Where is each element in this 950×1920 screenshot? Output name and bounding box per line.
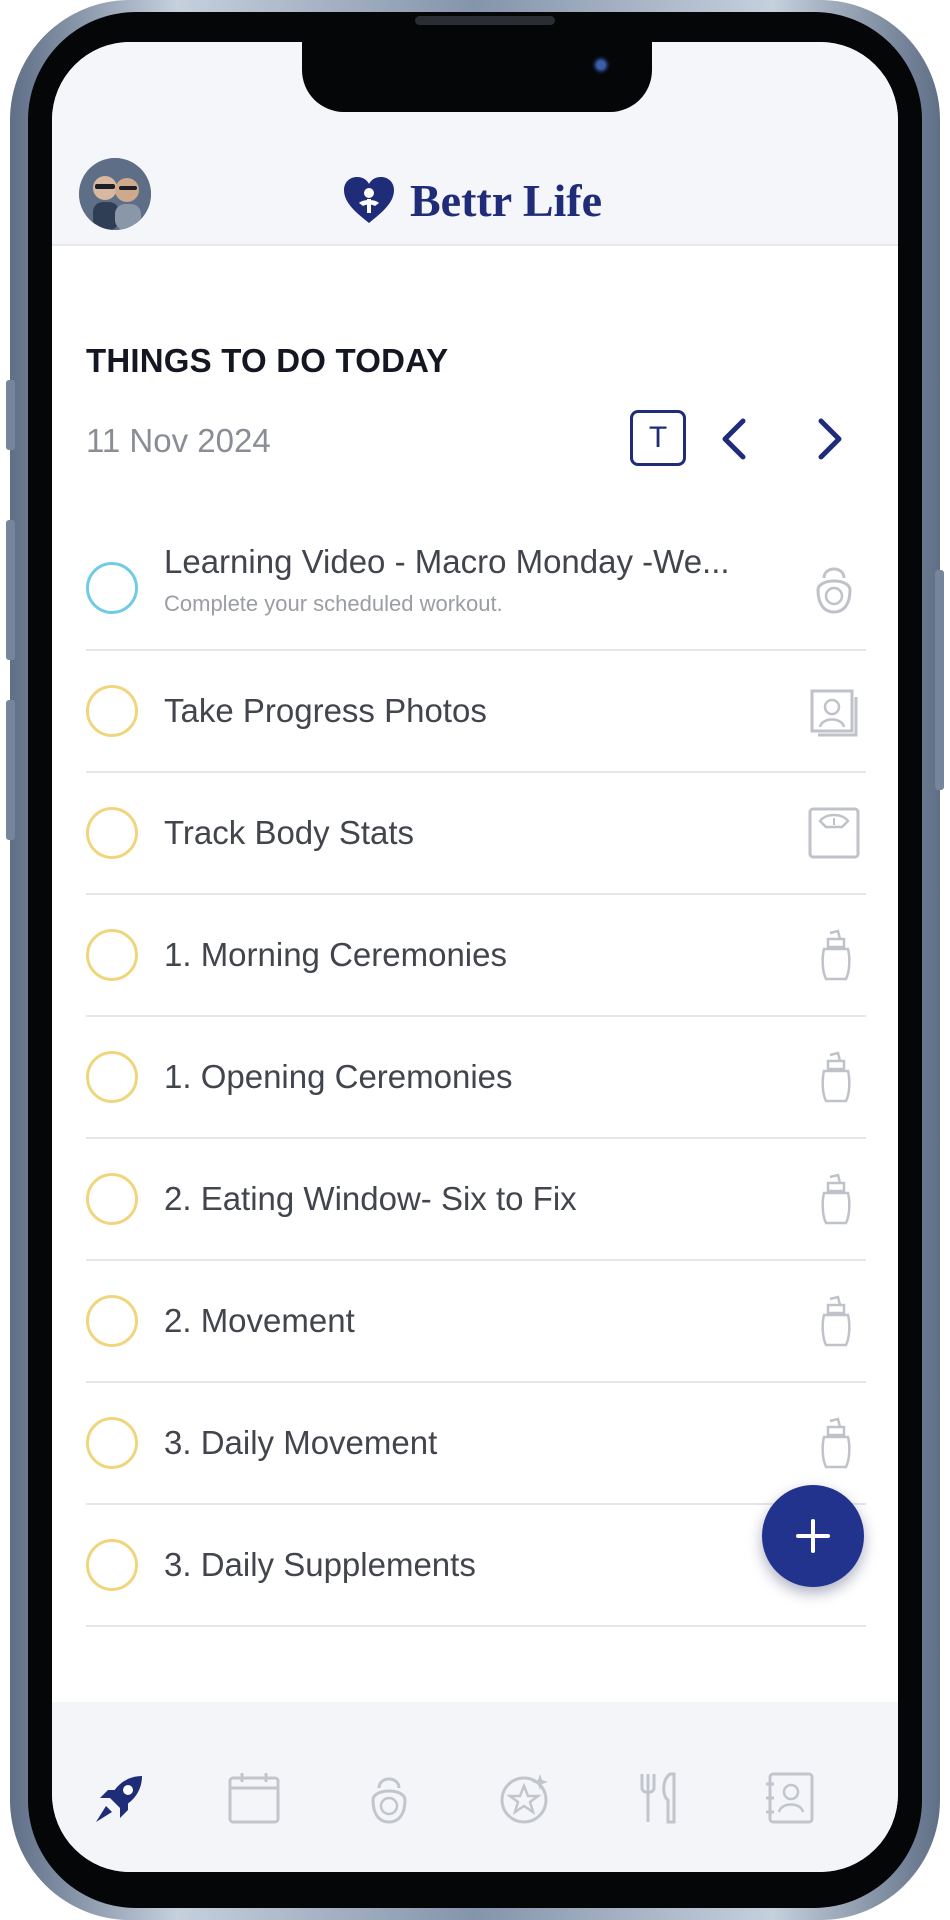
kettlebell-icon [371, 1777, 407, 1824]
chevron-right-icon [818, 418, 842, 460]
jar-icon [821, 1417, 851, 1469]
task-title: 3. Daily Movement [164, 1424, 438, 1461]
plus-icon [796, 1519, 830, 1553]
user-avatar[interactable] [79, 158, 151, 230]
task-checkbox[interactable] [86, 1417, 138, 1469]
task-item[interactable]: Track Body Stats [86, 773, 866, 895]
jar-icon [821, 1051, 851, 1103]
section-title: THINGS TO DO TODAY [86, 342, 449, 379]
task-item[interactable]: 2. Eating Window- Six to Fix [86, 1139, 866, 1261]
star-badge-icon [500, 1774, 548, 1824]
rocket-icon [96, 1776, 142, 1822]
task-title: 1. Opening Ceremonies [164, 1058, 513, 1095]
mute-switch [6, 380, 15, 450]
power-button [935, 570, 944, 790]
task-title: 2. Movement [164, 1302, 355, 1339]
next-day-button[interactable] [808, 414, 852, 464]
task-item[interactable]: 1. Opening Ceremonies [86, 1017, 866, 1139]
app-screen: Bettr Life THINGS TO DO TODAY 11 Nov 202… [52, 42, 898, 1872]
task-checkbox[interactable] [86, 1295, 138, 1347]
chevron-left-icon [722, 418, 746, 460]
task-checkbox[interactable] [86, 1539, 138, 1591]
add-task-button[interactable] [762, 1485, 864, 1587]
jar-icon [821, 1295, 851, 1347]
task-item[interactable]: 3. Daily Movement [86, 1383, 866, 1505]
task-title: 2. Eating Window- Six to Fix [164, 1180, 577, 1217]
task-checkbox[interactable] [86, 807, 138, 859]
kettlebell-icon [816, 567, 852, 614]
task-item[interactable]: 3. Daily Supplements [86, 1505, 866, 1627]
task-checkbox[interactable] [86, 1173, 138, 1225]
task-item[interactable]: 2. Movement [86, 1261, 866, 1383]
tab-home[interactable] [90, 1768, 150, 1828]
task-title: 1. Morning Ceremonies [164, 936, 507, 973]
calendar-icon [228, 1773, 280, 1824]
fork-knife-icon [640, 1772, 676, 1824]
brand-name: Bettr Life [410, 174, 603, 226]
tab-contacts[interactable] [760, 1768, 820, 1828]
bottom-navigation [52, 1702, 898, 1872]
task-list: Learning Video - Macro Monday -We... Com… [86, 527, 866, 1627]
task-checkbox[interactable] [86, 685, 138, 737]
task-checkbox[interactable] [86, 929, 138, 981]
heart-logo-icon [344, 177, 394, 223]
jar-icon [821, 929, 851, 981]
contact-book-icon [766, 1772, 814, 1824]
task-checkbox[interactable] [86, 562, 138, 614]
brand-logo: Bettr Life [342, 170, 602, 230]
tab-workouts[interactable] [359, 1768, 419, 1828]
task-checkbox[interactable] [86, 1051, 138, 1103]
scale-icon [808, 807, 860, 859]
front-camera [592, 56, 610, 74]
earpiece-speaker [415, 16, 555, 25]
task-item[interactable]: Learning Video - Macro Monday -We... Com… [86, 527, 866, 651]
task-title: 3. Daily Supplements [164, 1546, 476, 1583]
notch [302, 42, 652, 112]
jar-icon [821, 1173, 851, 1225]
today-button-label: T [648, 421, 668, 454]
volume-up-button [6, 520, 15, 660]
volume-down-button [6, 700, 15, 840]
task-item[interactable]: Take Progress Photos [86, 651, 866, 773]
task-title: Take Progress Photos [164, 692, 487, 729]
task-title: Learning Video - Macro Monday -We... [164, 543, 730, 580]
tab-achievements[interactable] [494, 1768, 554, 1828]
current-date: 11 Nov 2024 [86, 422, 271, 459]
tab-nutrition[interactable] [628, 1768, 688, 1828]
task-title: Track Body Stats [164, 814, 415, 851]
task-subtitle: Complete your scheduled workout. [164, 591, 503, 616]
task-item[interactable]: 1. Morning Ceremonies [86, 895, 866, 1017]
previous-day-button[interactable] [712, 414, 756, 464]
photos-icon [810, 689, 858, 737]
tab-calendar[interactable] [224, 1768, 284, 1828]
today-button[interactable]: T [630, 410, 686, 466]
